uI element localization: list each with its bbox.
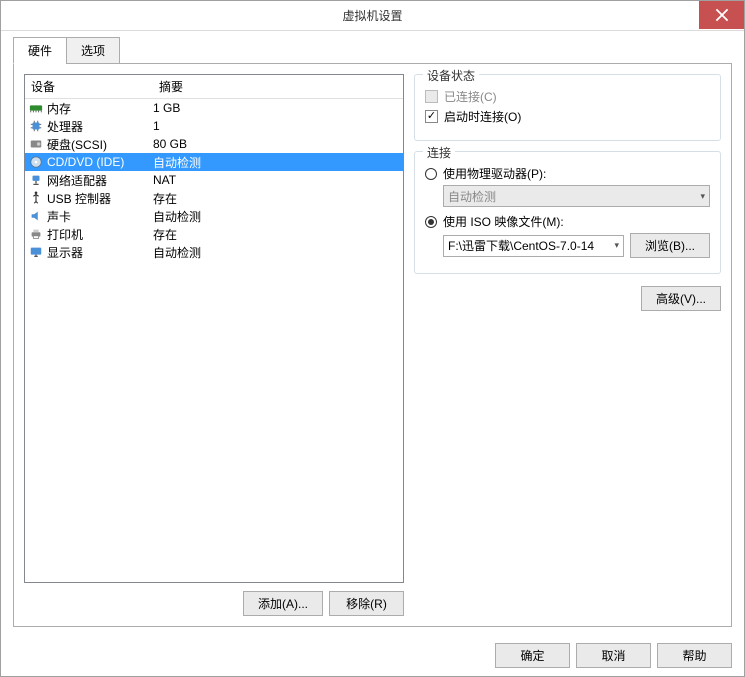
cd-icon	[29, 155, 43, 169]
cell-summary: 1	[153, 119, 401, 133]
device-status-title: 设备状态	[423, 67, 479, 84]
browse-button[interactable]: 浏览(B)...	[630, 233, 710, 258]
table-row[interactable]: CD/DVD (IDE) 自动检测	[25, 153, 403, 171]
ok-button[interactable]: 确定	[495, 643, 570, 668]
cancel-button[interactable]: 取消	[576, 643, 651, 668]
display-icon	[29, 245, 43, 259]
physical-drive-value: 自动检测	[448, 188, 496, 205]
cell-summary: 存在	[153, 190, 401, 207]
window-title: 虚拟机设置	[342, 7, 402, 24]
close-button[interactable]	[699, 1, 744, 29]
help-button[interactable]: 帮助	[657, 643, 732, 668]
cell-device: 声卡	[45, 208, 153, 225]
physical-drive-combo: 自动检测 ▾	[443, 185, 710, 207]
advanced-row: 高级(V)...	[414, 286, 721, 311]
cell-device: 打印机	[45, 226, 153, 243]
close-icon	[715, 8, 729, 22]
chevron-down-icon: ▾	[614, 240, 619, 251]
left-column: 设备 摘要 内存 1 GB 处理器 1	[24, 74, 404, 616]
vm-settings-window: 虚拟机设置 硬件 选项 设备 摘要 内存	[0, 0, 745, 677]
table-body: 内存 1 GB 处理器 1 硬盘(SCSI) 80 GB	[25, 99, 403, 261]
use-physical-radio[interactable]	[425, 168, 437, 180]
table-row[interactable]: 显示器 自动检测	[25, 243, 403, 261]
memory-icon	[29, 101, 43, 115]
cell-device: 网络适配器	[45, 172, 153, 189]
content-area: 硬件 选项 设备 摘要 内存 1 GB	[1, 31, 744, 635]
add-button[interactable]: 添加(A)...	[243, 591, 323, 616]
use-iso-radio[interactable]	[425, 216, 437, 228]
device-table: 设备 摘要 内存 1 GB 处理器 1	[24, 74, 404, 583]
col-summary: 摘要	[153, 75, 403, 98]
dialog-footer: 确定 取消 帮助	[1, 635, 744, 676]
connect-on-start-checkbox[interactable]	[425, 110, 438, 123]
cell-summary: NAT	[153, 173, 401, 187]
sound-icon	[29, 209, 43, 223]
table-row[interactable]: 硬盘(SCSI) 80 GB	[25, 135, 403, 153]
network-icon	[29, 173, 43, 187]
table-row[interactable]: 打印机 存在	[25, 225, 403, 243]
cell-device: CD/DVD (IDE)	[45, 155, 153, 169]
cell-device: USB 控制器	[45, 190, 153, 207]
iso-path-value: F:\迅雷下载\CentOS-7.0-14	[448, 237, 594, 254]
right-column: 设备状态 已连接(C) 启动时连接(O) 连接 使用物理驱动器(P):	[414, 74, 721, 616]
cell-summary: 80 GB	[153, 137, 401, 151]
col-device: 设备	[25, 75, 153, 98]
connection-title: 连接	[423, 144, 455, 161]
cell-device: 硬盘(SCSI)	[45, 136, 153, 153]
table-row[interactable]: 处理器 1	[25, 117, 403, 135]
processor-icon	[29, 119, 43, 133]
cell-summary: 自动检测	[153, 244, 401, 261]
use-physical-label: 使用物理驱动器(P):	[443, 165, 546, 182]
tab-hardware[interactable]: 硬件	[13, 37, 67, 64]
device-status-group: 设备状态 已连接(C) 启动时连接(O)	[414, 74, 721, 141]
cell-device: 内存	[45, 100, 153, 117]
tab-options[interactable]: 选项	[66, 37, 120, 64]
table-row[interactable]: 声卡 自动检测	[25, 207, 403, 225]
cell-summary: 存在	[153, 226, 401, 243]
cell-device: 显示器	[45, 244, 153, 261]
connected-label: 已连接(C)	[444, 88, 497, 105]
connected-checkbox	[425, 90, 438, 103]
tab-strip: 硬件 选项	[13, 37, 732, 64]
table-row[interactable]: 网络适配器 NAT	[25, 171, 403, 189]
connect-on-start-label: 启动时连接(O)	[444, 108, 521, 125]
table-header: 设备 摘要	[25, 75, 403, 99]
cell-device: 处理器	[45, 118, 153, 135]
connection-group: 连接 使用物理驱动器(P): 自动检测 ▾ 使用 ISO 映像文件(M):	[414, 151, 721, 274]
cell-summary: 自动检测	[153, 154, 401, 171]
printer-icon	[29, 227, 43, 241]
table-row[interactable]: USB 控制器 存在	[25, 189, 403, 207]
titlebar: 虚拟机设置	[1, 1, 744, 31]
chevron-down-icon: ▾	[700, 191, 705, 202]
left-button-row: 添加(A)... 移除(R)	[24, 591, 404, 616]
iso-path-combo[interactable]: F:\迅雷下载\CentOS-7.0-14 ▾	[443, 235, 624, 257]
table-row[interactable]: 内存 1 GB	[25, 99, 403, 117]
use-iso-label: 使用 ISO 映像文件(M):	[443, 213, 564, 230]
tab-panel: 设备 摘要 内存 1 GB 处理器 1	[13, 63, 732, 627]
cell-summary: 1 GB	[153, 101, 401, 115]
disk-icon	[29, 137, 43, 151]
usb-icon	[29, 191, 43, 205]
advanced-button[interactable]: 高级(V)...	[641, 286, 721, 311]
cell-summary: 自动检测	[153, 208, 401, 225]
remove-button[interactable]: 移除(R)	[329, 591, 404, 616]
